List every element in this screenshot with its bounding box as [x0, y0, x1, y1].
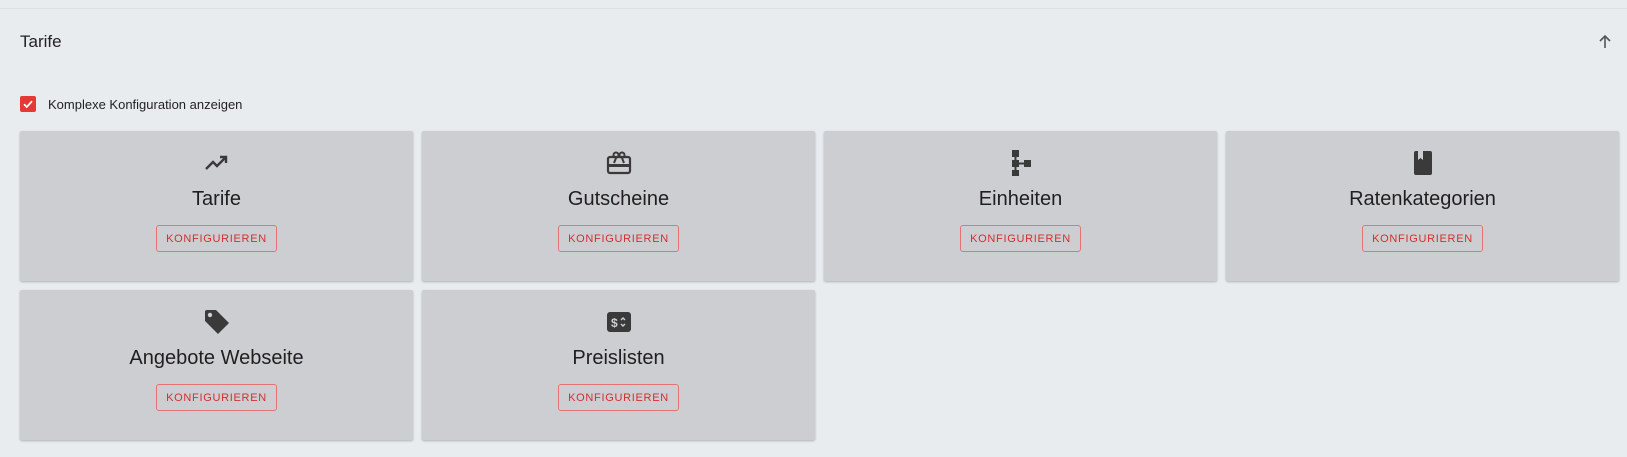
complex-config-checkbox[interactable]	[20, 96, 36, 112]
config-card-grid: Tarife KONFIGURIEREN Gutscheine KONFIGUR…	[20, 131, 1621, 440]
svg-text:$: $	[611, 316, 618, 330]
hierarchy-icon	[1007, 149, 1035, 177]
complex-config-label: Komplexe Konfiguration anzeigen	[48, 96, 243, 112]
book-icon	[1409, 149, 1437, 177]
top-divider	[0, 8, 1627, 9]
card-tarife: Tarife KONFIGURIEREN	[20, 131, 413, 281]
card-gutscheine: Gutscheine KONFIGURIEREN	[422, 131, 815, 281]
trending-up-icon	[203, 149, 231, 177]
card-title: Tarife	[192, 188, 241, 210]
configure-button-ratenkategorien[interactable]: KONFIGURIEREN	[1362, 225, 1483, 252]
card-angebote-webseite: Angebote Webseite KONFIGURIEREN	[20, 290, 413, 440]
arrow-up-icon	[1599, 34, 1611, 48]
collapse-button[interactable]	[1595, 32, 1615, 52]
card-title: Angebote Webseite	[129, 347, 304, 369]
card-title: Einheiten	[978, 188, 1063, 210]
card-title: Preislisten	[572, 347, 665, 369]
configure-button-tarife[interactable]: KONFIGURIEREN	[156, 225, 277, 252]
configure-button-einheiten[interactable]: KONFIGURIEREN	[960, 225, 1081, 252]
configure-button-preislisten[interactable]: KONFIGURIEREN	[558, 384, 679, 411]
section-title: Tarife	[20, 32, 62, 51]
section-header: Tarife	[20, 32, 1620, 56]
card-title: Ratenkategorien	[1349, 188, 1496, 210]
check-icon	[23, 100, 33, 109]
card-title: Gutscheine	[567, 188, 670, 210]
configure-button-gutscheine[interactable]: KONFIGURIEREN	[558, 225, 679, 252]
gift-card-icon	[605, 149, 633, 177]
price-list-icon: $	[605, 308, 633, 336]
card-preislisten: $ Preislisten KONFIGURIEREN	[422, 290, 815, 440]
complex-config-checkbox-row[interactable]: Komplexe Konfiguration anzeigen	[20, 95, 242, 113]
card-ratenkategorien: Ratenkategorien KONFIGURIEREN	[1226, 131, 1619, 281]
card-einheiten: Einheiten KONFIGURIEREN	[824, 131, 1217, 281]
tag-icon	[203, 308, 231, 336]
configure-button-angebote-webseite[interactable]: KONFIGURIEREN	[156, 384, 277, 411]
